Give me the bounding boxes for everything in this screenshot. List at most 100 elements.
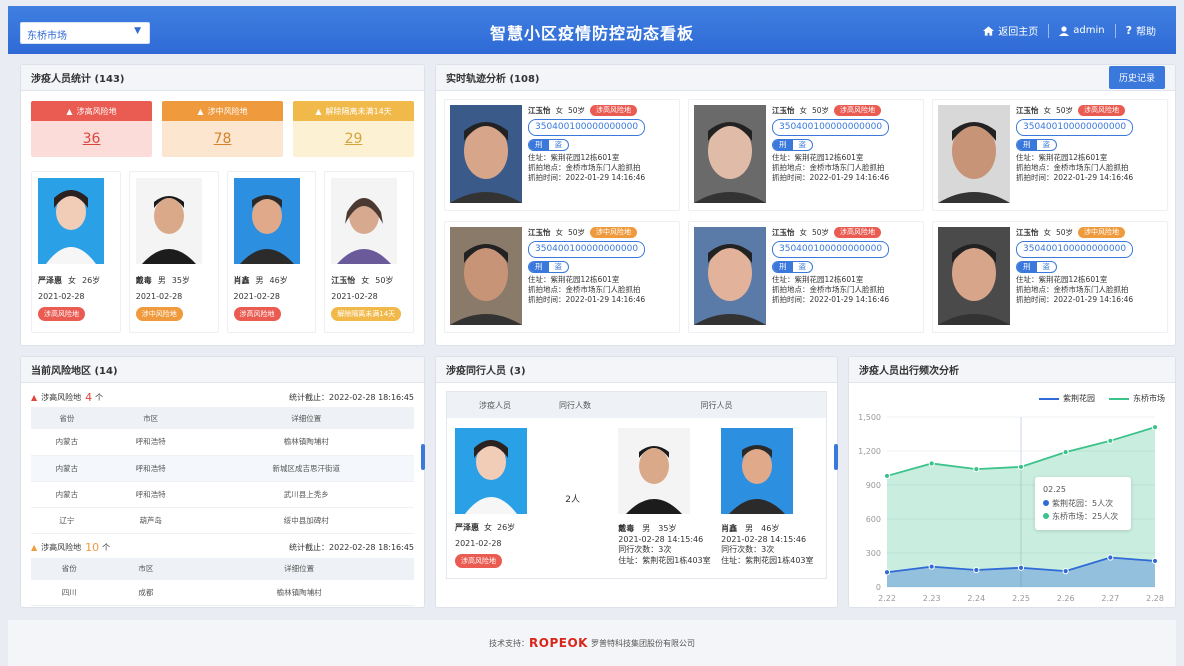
track-card[interactable]: 江玉怡 女 50岁 涉高风险地 350400100000000000 刑 盗 住… — [932, 99, 1168, 211]
cell: 新城区成吉思汗街道 — [198, 455, 414, 482]
stat-released[interactable]: ▲ 解除隔离未满14天 29 — [293, 101, 414, 157]
footer-prefix: 技术支持： — [489, 638, 530, 648]
capture-place: 抓拍地点：金桥市场东门人脸抓拍 — [772, 162, 885, 172]
tracks-panel: 实时轨迹分析 (108) 历史记录 江玉怡 女 50岁 涉高风险地 350400… — [435, 64, 1176, 346]
risk-level-label: 涉高风险地 — [41, 543, 82, 552]
crime-tags: 刑 盗 — [1016, 260, 1057, 273]
capture-photo — [694, 105, 766, 203]
risk-tag: 涉中风险地 — [135, 307, 183, 321]
table-row[interactable]: 内蒙古 呼和浩特 武川县上秃乡 — [31, 481, 414, 508]
crime-tag: 刑 — [1017, 261, 1037, 272]
risk-tag: 涉中风险地 — [590, 227, 638, 239]
legend-item[interactable]: 东桥市场 — [1109, 393, 1165, 404]
address: 住址：紫荆花园12栋601室 — [1016, 152, 1108, 162]
capture-time: 抓拍时间：2022-01-29 14:16:46 — [772, 294, 890, 304]
legend-label: 东桥市场 — [1133, 394, 1165, 403]
person-photo — [721, 428, 794, 514]
scroll-handle[interactable] — [834, 444, 838, 470]
cell: 内蒙古 — [31, 481, 103, 508]
warning-icon: ▲ — [31, 392, 38, 402]
person-age: 35岁 — [658, 523, 677, 533]
home-link-label: 返回主页 — [998, 27, 1039, 38]
help-link[interactable]: ? 帮助 — [1116, 23, 1166, 38]
mid-risk-table: 省份 市区 详细位置 四川 成都 榆林镇陶埔村 — [31, 557, 414, 606]
col-city: 市区 — [107, 557, 185, 580]
person-card[interactable]: 肖鑫男 46岁 2021-02-28 涉高风险地 — [226, 171, 317, 333]
person-name: 肖鑫 — [233, 276, 250, 285]
address: 住址：紫荆花园12栋601室 — [1016, 274, 1108, 284]
col-province: 省份 — [31, 407, 103, 429]
stat-value[interactable]: 29 — [293, 121, 414, 157]
track-card[interactable]: 江玉怡 女 50岁 涉高风险地 350400100000000000 刑 盗 住… — [688, 99, 924, 211]
person-age: 46岁 — [269, 276, 288, 285]
capture-time: 抓拍时间：2022-01-29 14:16:46 — [772, 172, 890, 182]
data-point — [1107, 437, 1114, 444]
user-menu[interactable]: admin — [1049, 25, 1114, 36]
stat-value[interactable]: 78 — [162, 121, 283, 157]
track-card[interactable]: 江玉怡 女 50岁 涉高风险地 350400100000000000 刑 盗 住… — [688, 221, 924, 333]
table-row[interactable]: 严泽惠女 26岁 2021-02-28 涉高风险地 2人 戴毒男 35岁 2021-… — [447, 418, 826, 578]
cell: 呼和浩特 — [102, 455, 199, 482]
y-tick-label: 300 — [866, 549, 881, 558]
chart-legend: 紫荆花园 东桥市场 — [1039, 393, 1165, 404]
legend-label: 紫荆花园 — [1063, 394, 1095, 403]
person-card[interactable]: 严泽惠女 26岁 2021-02-28 涉高风险地 — [31, 171, 121, 333]
person-gender: 女 — [361, 276, 370, 285]
person-photo — [455, 428, 527, 514]
person-gender: 男 — [745, 523, 754, 533]
person-card[interactable]: 江玉怡女 50岁 2021-02-28 解除隔离未满14天 — [324, 171, 414, 333]
person-card[interactable]: 戴毒男 35岁 2021-02-28 涉中风险地 — [128, 171, 219, 333]
stat-high-risk[interactable]: ▲ 涉高风险地 36 — [31, 101, 152, 157]
crime-tag: 刑 — [773, 139, 793, 150]
table-row[interactable]: 内蒙古 呼和浩特 榆林镇陶埔村 — [31, 429, 414, 456]
table-row[interactable]: 内蒙古 呼和浩特 新城区成吉思汗街道 — [31, 455, 414, 482]
crime-tags: 刑 盗 — [528, 138, 569, 151]
person-gender: 男 — [255, 276, 264, 285]
companion-card[interactable]: 戴毒男 35岁 2021-02-28 14:15:46 同行次数：3次 住址：紫荆… — [618, 428, 715, 568]
table-row[interactable]: 辽宁 葫芦岛 绥中县加碑村 — [31, 507, 414, 534]
person-gender: 女 — [484, 523, 492, 532]
y-tick-label: 1,500 — [858, 413, 881, 422]
person-age: 46岁 — [761, 523, 780, 533]
y-tick-label: 0 — [876, 583, 881, 592]
track-card[interactable]: 江玉怡 女 50岁 涉中风险地 350400100000000000 刑 盗 住… — [932, 221, 1168, 333]
companions-table: 涉疫人员 同行人数 同行人员 严泽惠女 26岁 2021-02-28 涉高风险地 … — [446, 391, 827, 579]
risk-tag: 涉高风险地 — [590, 105, 638, 117]
capture-place: 抓拍地点：金桥市场东门人脸抓拍 — [1016, 162, 1129, 172]
crime-tag: 盗 — [554, 261, 563, 271]
person-name: 肖鑫 — [721, 523, 738, 533]
person-name: 江玉怡 — [772, 227, 795, 237]
person-name: 严泽惠 — [38, 276, 62, 285]
history-button[interactable]: 历史记录 — [1108, 66, 1165, 89]
person-gender: 女 — [799, 105, 808, 115]
x-tick-label: 2.27 — [1101, 594, 1119, 603]
person-gender: 男 — [157, 276, 166, 285]
stat-mid-risk[interactable]: ▲ 涉中风险地 78 — [162, 101, 283, 157]
cell: 内蒙古 — [31, 429, 103, 456]
home-link[interactable]: 返回主页 — [973, 23, 1048, 38]
frequency-panel: 涉疫人员出行频次分析 紫荆花园 东桥市场 1,500 1,200 900 600 300… — [848, 356, 1176, 608]
capture-time: 抓拍时间：2022-01-29 14:16:46 — [1016, 172, 1134, 182]
frequency-title: 涉疫人员出行频次分析 — [859, 366, 959, 377]
legend-item[interactable]: 紫荆花园 — [1039, 393, 1095, 404]
id-number: 350400100000000000 — [528, 119, 646, 136]
capture-place: 抓拍地点：金桥市场东门人脸抓拍 — [528, 162, 641, 172]
track-card[interactable]: 江玉怡 女 50岁 涉高风险地 350400100000000000 刑 盗 住… — [444, 99, 680, 211]
id-number: 350400100000000000 — [772, 241, 890, 258]
involved-title: 涉疫人员统计 (143) — [31, 74, 125, 85]
stat-value[interactable]: 36 — [31, 121, 152, 157]
data-point — [1062, 449, 1069, 456]
companion-times: 同行次数：3次 — [721, 545, 775, 555]
companion-card[interactable]: 肖鑫男 46岁 2021-02-28 14:15:46 同行次数：3次 住址：紫荆… — [721, 428, 818, 568]
id-number: 350400100000000000 — [772, 119, 890, 136]
track-card[interactable]: 江玉怡 女 50岁 涉中风险地 350400100000000000 刑 盗 住… — [444, 221, 680, 333]
person-photo — [135, 178, 202, 264]
table-row[interactable]: 四川 成都 榆林镇陶埔村 — [31, 579, 414, 606]
data-point — [1107, 554, 1114, 561]
person-gender: 女 — [555, 227, 564, 237]
risk-tag: 涉高风险地 — [455, 554, 502, 568]
data-point — [883, 569, 891, 576]
scroll-handle[interactable] — [421, 444, 425, 470]
address: 住址：紫荆花园12栋601室 — [772, 274, 864, 284]
x-tick-label: 2.26 — [1057, 594, 1075, 603]
